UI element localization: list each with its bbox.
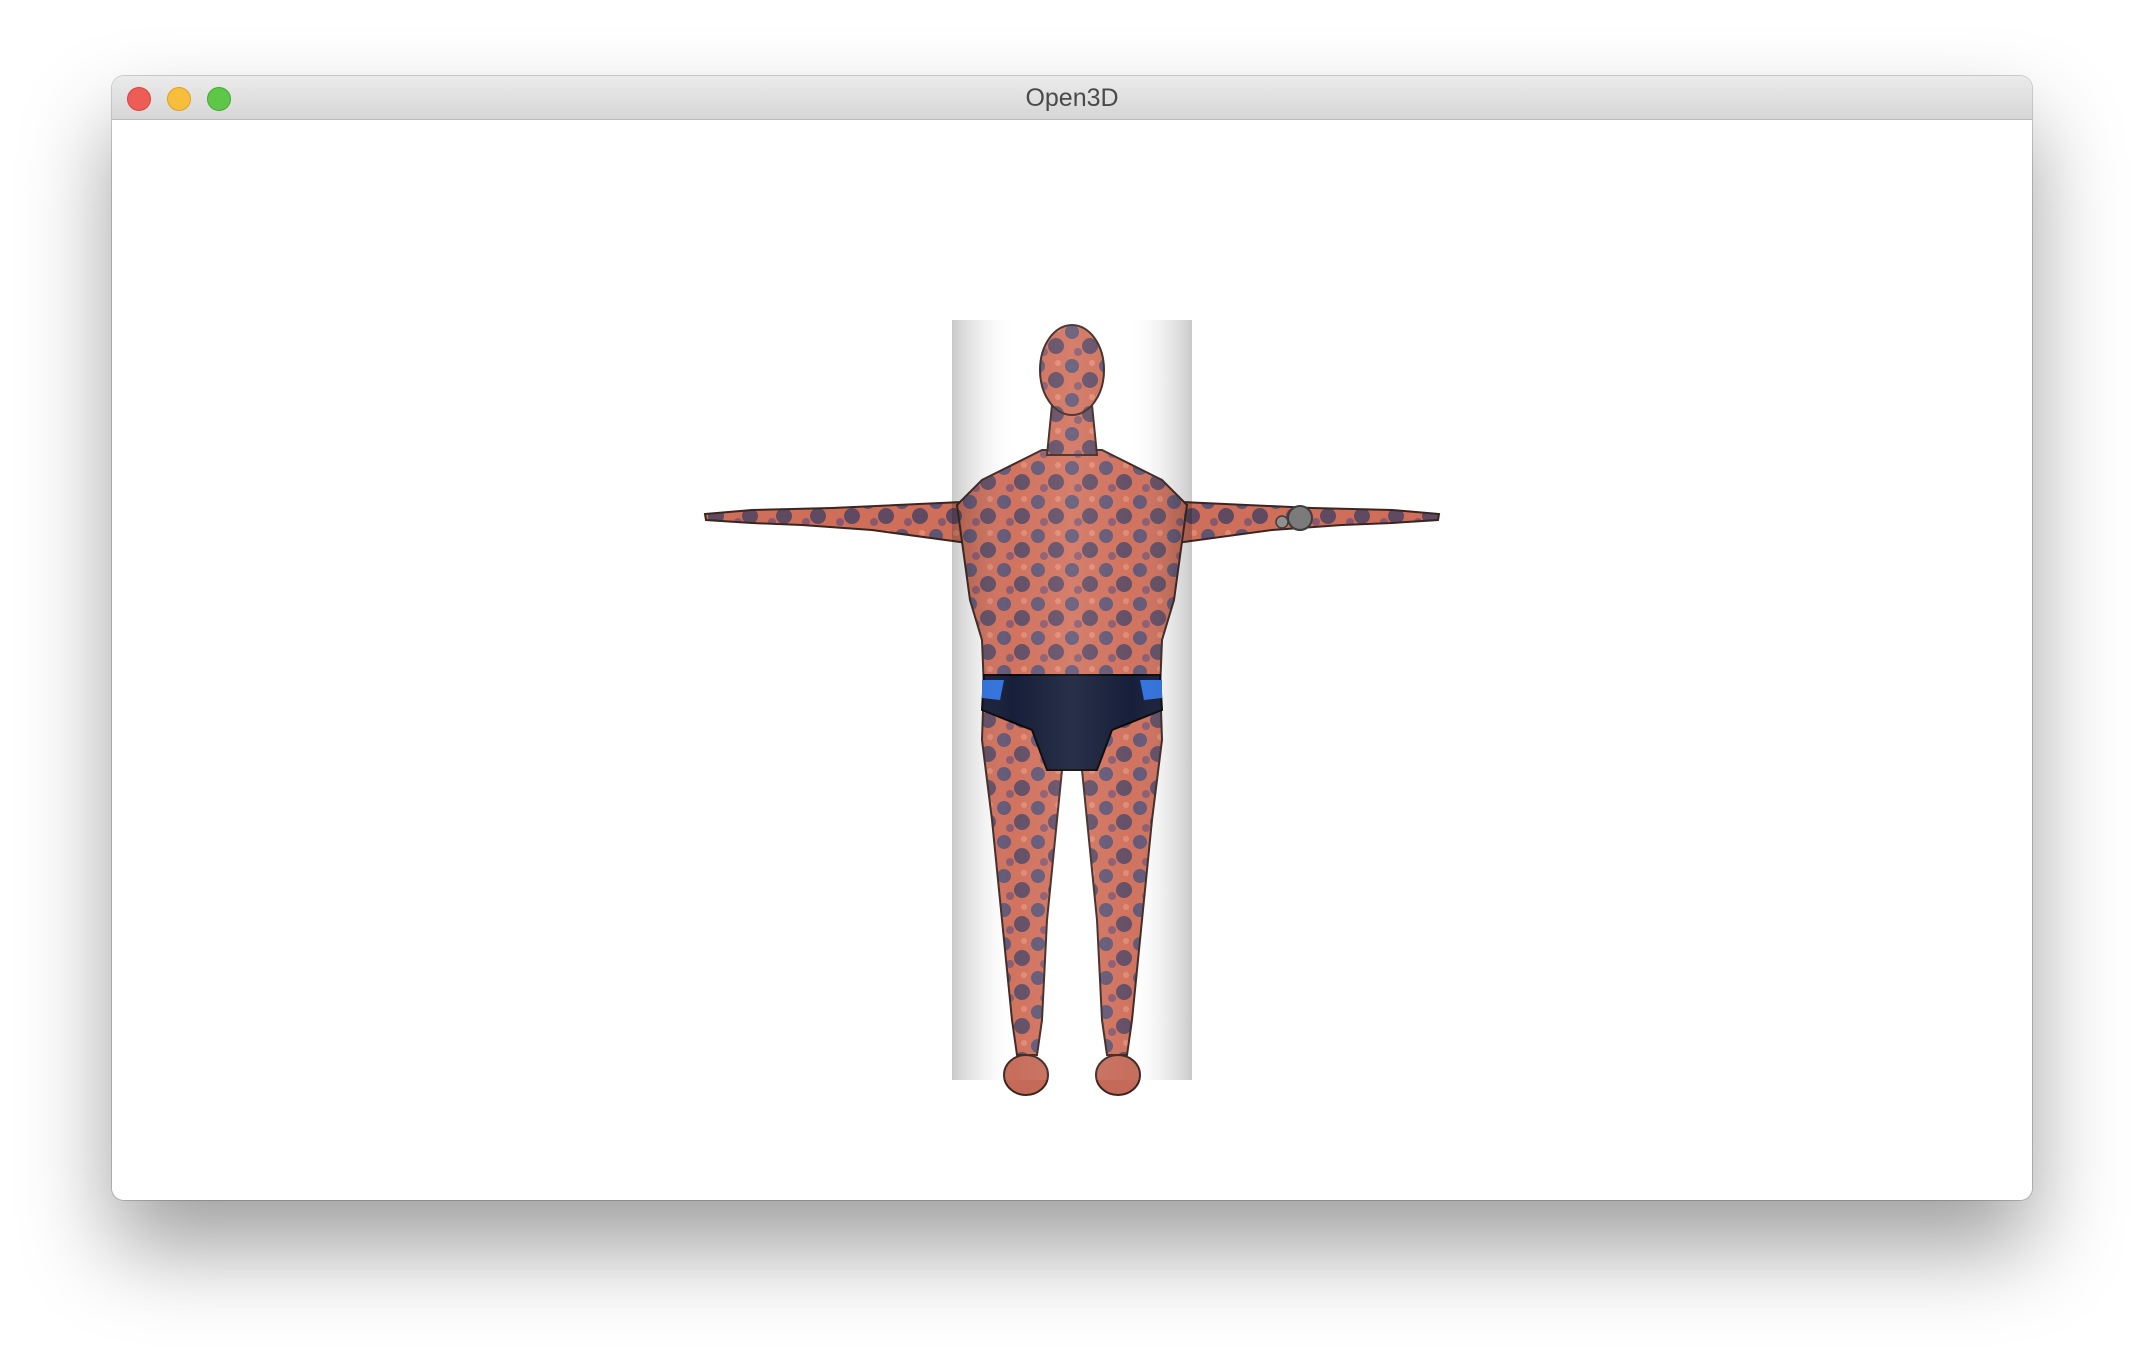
human-mesh[interactable] bbox=[112, 120, 2032, 1200]
3d-viewport[interactable] bbox=[112, 120, 2032, 1200]
arm-object-small bbox=[1275, 515, 1289, 529]
arm-object bbox=[1287, 505, 1313, 531]
window-title: Open3D bbox=[1025, 84, 1119, 112]
app-window: Open3D bbox=[112, 76, 2032, 1200]
shading-overlay bbox=[952, 320, 1192, 1080]
title-bar[interactable]: Open3D bbox=[112, 76, 2032, 120]
desktop: Open3D bbox=[0, 0, 2144, 1348]
